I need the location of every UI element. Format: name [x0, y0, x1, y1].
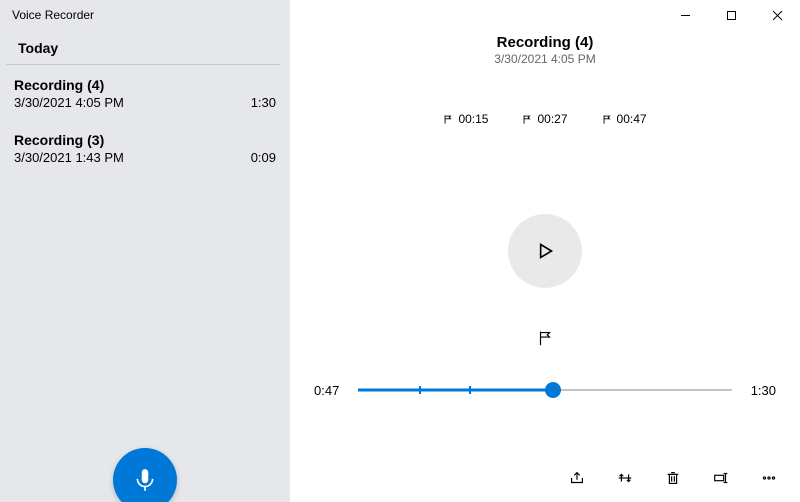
close-button[interactable] [754, 0, 800, 30]
flag-icon [443, 114, 454, 125]
app-title: Voice Recorder [0, 0, 290, 32]
slider-tick [419, 386, 421, 394]
marker-item[interactable]: 00:47 [602, 112, 647, 126]
recording-subtitle: 3/30/2021 4:05 PM [290, 52, 800, 66]
marker-time: 00:27 [537, 112, 567, 126]
recording-title: Recording (4) [290, 34, 800, 51]
maximize-button[interactable] [708, 0, 754, 30]
window-controls [290, 0, 800, 30]
playback-slider-row: 0:47 1:30 [290, 382, 800, 398]
slider-thumb[interactable] [545, 382, 561, 398]
recording-item[interactable]: Recording (3) 3/30/2021 1:43 PM 0:09 [0, 120, 290, 175]
play-icon [532, 238, 558, 264]
record-button[interactable] [113, 448, 177, 502]
recording-duration: 0:09 [251, 150, 276, 165]
recording-name: Recording (4) [14, 77, 276, 93]
delete-icon [664, 469, 682, 487]
sidebar: Voice Recorder Today Recording (4) 3/30/… [0, 0, 290, 502]
playback-duration: 1:30 [742, 383, 776, 398]
marker-time: 00:15 [458, 112, 488, 126]
trim-button[interactable] [608, 464, 642, 492]
add-marker-button[interactable] [528, 324, 562, 352]
rename-button[interactable] [704, 464, 738, 492]
recording-datetime: 3/30/2021 4:05 PM [14, 95, 124, 110]
more-button[interactable] [752, 464, 786, 492]
recording-item[interactable]: Recording (4) 3/30/2021 4:05 PM 1:30 [0, 65, 290, 120]
recording-header: Recording (4) 3/30/2021 4:05 PM [290, 34, 800, 66]
recording-duration: 1:30 [251, 95, 276, 110]
close-icon [772, 10, 783, 21]
minimize-button[interactable] [662, 0, 708, 30]
marker-time: 00:47 [617, 112, 647, 126]
section-heading-today: Today [6, 32, 280, 65]
marker-item[interactable]: 00:15 [443, 112, 488, 126]
trim-icon [616, 469, 634, 487]
delete-button[interactable] [656, 464, 690, 492]
share-button[interactable] [560, 464, 594, 492]
maximize-icon [726, 10, 737, 21]
flag-icon [536, 329, 554, 347]
bottom-toolbar [290, 454, 800, 502]
minimize-icon [680, 10, 691, 21]
playback-position: 0:47 [314, 383, 348, 398]
flag-icon [522, 114, 533, 125]
main-pane: Recording (4) 3/30/2021 4:05 PM 00:15 00… [290, 0, 800, 502]
marker-item[interactable]: 00:27 [522, 112, 567, 126]
more-icon [760, 469, 778, 487]
playback-slider[interactable] [358, 382, 732, 398]
rename-icon [712, 469, 730, 487]
play-button[interactable] [508, 214, 582, 288]
recording-name: Recording (3) [14, 132, 276, 148]
share-icon [568, 469, 586, 487]
flag-icon [602, 114, 613, 125]
recording-datetime: 3/30/2021 1:43 PM [14, 150, 124, 165]
slider-tick [469, 386, 471, 394]
microphone-icon [132, 467, 158, 493]
markers-row: 00:15 00:27 00:47 [290, 112, 800, 126]
slider-fill [358, 389, 553, 392]
